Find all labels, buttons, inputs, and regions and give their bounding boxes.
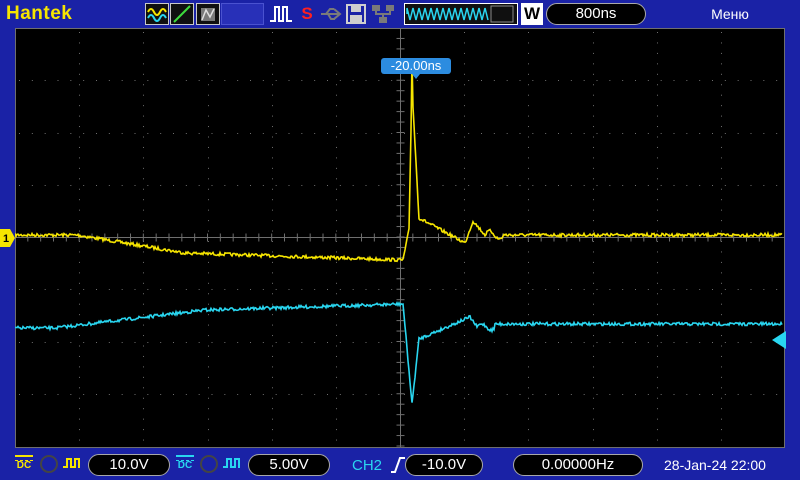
- trigger-level-marker[interactable]: [772, 331, 786, 349]
- date-time: 28-Jan-24 22:00: [664, 457, 766, 473]
- ch1-ac-wave-icon[interactable]: [62, 455, 80, 473]
- ch1-coupling[interactable]: DC: [15, 455, 33, 471]
- rising-edge-icon[interactable]: [390, 456, 406, 474]
- scope-screen: -20.00ns: [15, 28, 785, 448]
- persistence-icon[interactable]: [196, 3, 220, 25]
- waveform-display: [15, 28, 785, 448]
- blank-slot: [221, 3, 264, 25]
- menu-button[interactable]: Меню: [680, 6, 780, 22]
- ch2-volts-per-div[interactable]: 5.00V: [248, 454, 330, 476]
- brand-logo: Hantek: [6, 3, 73, 24]
- waveform-icon[interactable]: [145, 3, 169, 25]
- ch1-bandwidth-icon[interactable]: [40, 455, 58, 473]
- slope-icon[interactable]: [170, 3, 194, 25]
- ch2-coupling[interactable]: DC: [176, 455, 194, 471]
- ch1-volts-per-div[interactable]: 10.0V: [88, 454, 170, 476]
- stop-icon[interactable]: S: [298, 3, 316, 25]
- lan-icon[interactable]: [370, 3, 396, 25]
- usb-icon[interactable]: [318, 3, 344, 25]
- trigger-source[interactable]: CH2: [352, 457, 382, 474]
- pulse-icon[interactable]: [268, 3, 294, 25]
- frequency-counter: 0.00000Hz: [513, 454, 643, 476]
- trigger-level[interactable]: -10.0V: [405, 454, 483, 476]
- timebase-display[interactable]: 800ns: [546, 3, 646, 25]
- save-icon[interactable]: [346, 3, 366, 25]
- ch2-bandwidth-icon[interactable]: [200, 455, 218, 473]
- ch2-ac-wave-icon[interactable]: [222, 455, 240, 473]
- svg-text:1: 1: [3, 233, 9, 245]
- ch1-level-marker[interactable]: 1: [0, 229, 16, 247]
- trigger-time-marker[interactable]: -20.00ns: [381, 58, 451, 79]
- ch1-trace: [15, 58, 783, 263]
- top-toolbar: Hantek S W 800ns Меню: [0, 0, 800, 30]
- memory-depth-label[interactable]: W: [521, 3, 543, 25]
- ch2-trace: [15, 300, 783, 403]
- memory-depth-indicator[interactable]: [404, 3, 518, 25]
